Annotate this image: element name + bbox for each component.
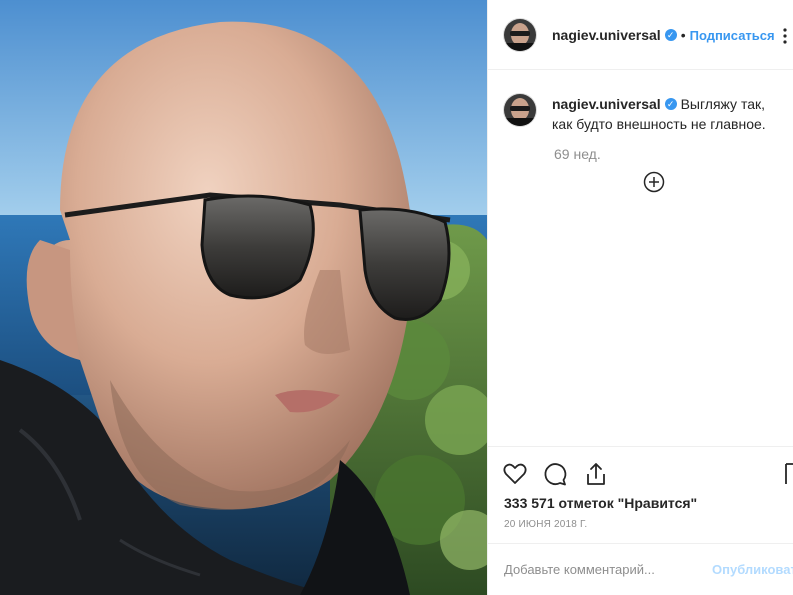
comment-bar: Опубликовать bbox=[488, 543, 793, 595]
post-date: 20 ИЮНЯ 2018 Г. bbox=[504, 519, 588, 530]
publish-button[interactable]: Опубликовать bbox=[712, 562, 793, 577]
header-avatar[interactable] bbox=[504, 19, 536, 51]
post-photo[interactable] bbox=[0, 0, 487, 595]
heart-icon[interactable] bbox=[502, 461, 528, 487]
header-separator: • bbox=[680, 27, 686, 43]
more-options-icon[interactable] bbox=[779, 26, 791, 46]
post-header: nagiev.universal ✓ • Подписаться bbox=[488, 0, 793, 70]
follow-button[interactable]: Подписаться bbox=[690, 28, 775, 43]
avatar-shirt bbox=[504, 118, 536, 126]
plus-circle-icon[interactable] bbox=[643, 171, 665, 193]
header-user-line: nagiev.universal ✓ • Подписаться bbox=[552, 27, 775, 45]
avatar-glasses bbox=[510, 31, 530, 36]
avatar-shirt bbox=[504, 43, 536, 51]
post-photo-illustration bbox=[0, 0, 487, 595]
avatar-glasses bbox=[510, 106, 530, 111]
post-caption: nagiev.universal ✓ Выгляжу так, как будто… bbox=[552, 94, 788, 134]
post-side-panel: nagiev.universal ✓ • Подписаться nagiev.uni… bbox=[487, 0, 793, 595]
caption-username[interactable]: nagiev.universal bbox=[552, 96, 661, 112]
comment-input[interactable] bbox=[504, 562, 679, 577]
comment-icon[interactable] bbox=[542, 461, 568, 487]
verified-badge-icon: ✓ bbox=[664, 98, 677, 111]
bookmark-icon[interactable] bbox=[784, 461, 793, 487]
caption-avatar[interactable] bbox=[504, 94, 536, 126]
likes-count[interactable]: 333 571 отметок "Нравится" bbox=[504, 495, 697, 511]
verified-badge-icon: ✓ bbox=[664, 28, 677, 41]
caption-time-ago[interactable]: 69 нед. bbox=[554, 146, 601, 162]
header-username[interactable]: nagiev.universal bbox=[552, 27, 661, 43]
share-icon[interactable] bbox=[583, 461, 609, 487]
post-actions: 333 571 отметок "Нравится" 20 ИЮНЯ 2018 … bbox=[488, 446, 793, 547]
